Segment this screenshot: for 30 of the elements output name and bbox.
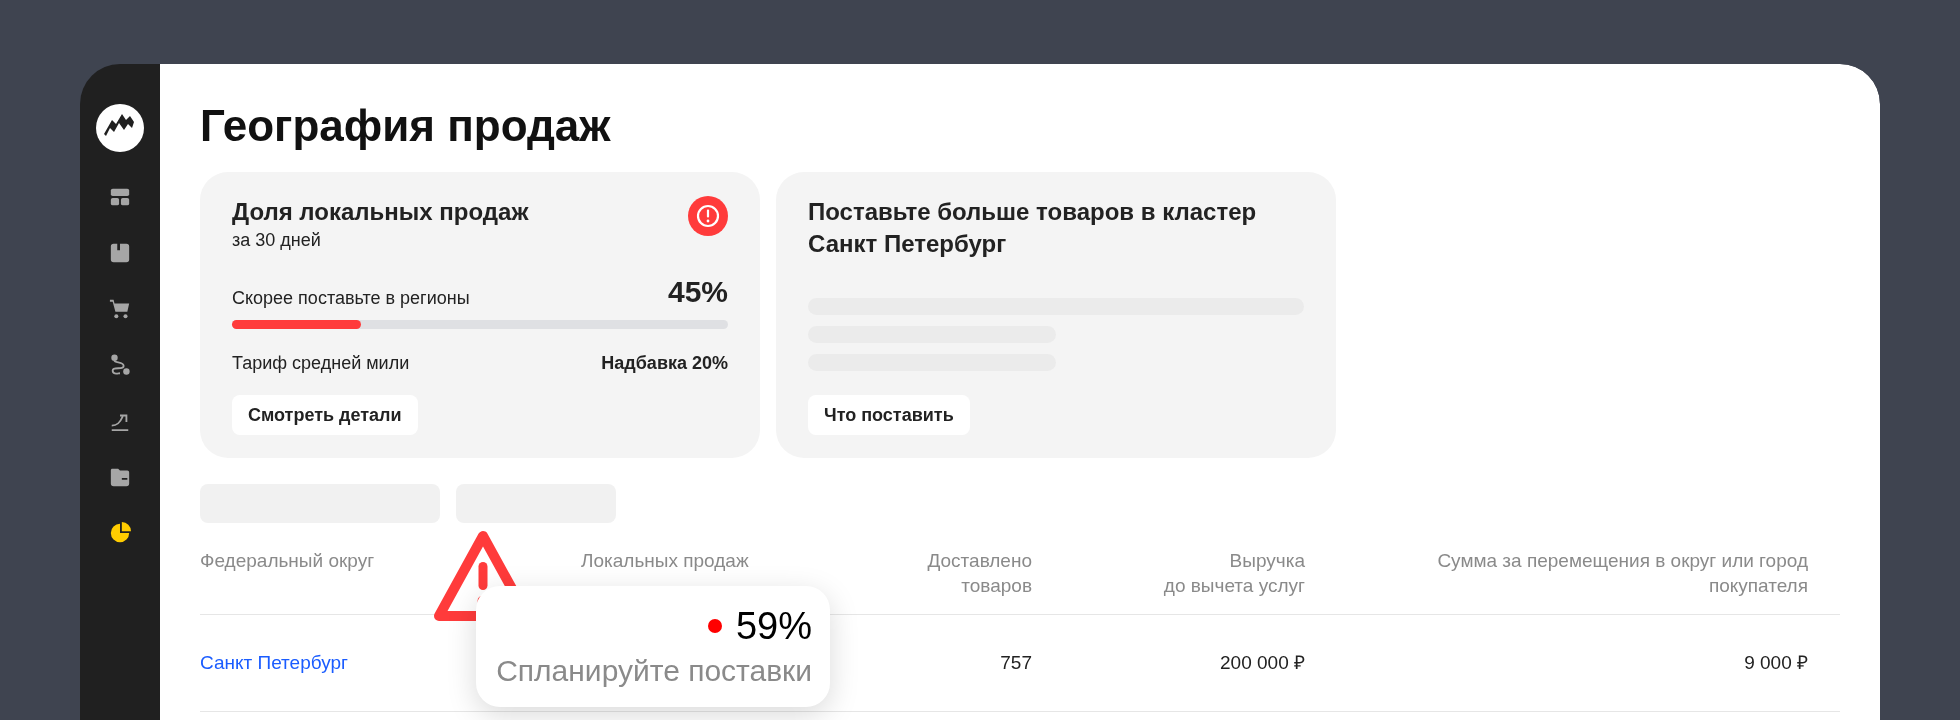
progress-label: Скорее поставьте в регионы (232, 287, 470, 310)
table-cell-text: 200 000 ₽ (1220, 650, 1305, 675)
route-icon[interactable] (109, 354, 131, 376)
tooltip-hint: Спланируйте поставки (496, 652, 812, 689)
table-cell-text: 757 (1000, 650, 1032, 675)
card-title: Доля локальных продаж (232, 197, 529, 227)
logo-icon[interactable] (96, 104, 144, 152)
dashboard-icon[interactable] (109, 186, 131, 208)
pie-chart-icon[interactable] (109, 522, 131, 544)
box-icon[interactable] (109, 242, 131, 264)
share-value: 45% (667, 274, 728, 310)
column-header: Локальных продаж (581, 549, 749, 573)
details-button[interactable]: Смотреть детали (232, 395, 418, 435)
column-header: Сумма за перемещения в округ или город покупателя (1437, 549, 1808, 598)
tariff-value: Надбавка 20% (601, 352, 728, 375)
table-cell-text: 9 000 ₽ (1744, 650, 1808, 675)
what-to-supply-button[interactable]: Что поставить (808, 395, 970, 435)
tariff-label: Тариф средней мили (232, 352, 410, 375)
card-subtitle: за 30 дней (232, 229, 322, 252)
column-header: Доставлено товаров (927, 549, 1032, 598)
column-header: Выручка до вычета услуг (1163, 549, 1305, 598)
tooltip-value: 59% (735, 603, 812, 648)
column-header: Федеральный округ (200, 549, 375, 573)
alert-icon (688, 196, 728, 236)
cart-icon[interactable] (109, 298, 131, 320)
card-title: Поставьте больше товаров в кластер Санкт Петербург (808, 197, 1258, 259)
district-link[interactable]: Санкт Петербург (200, 648, 348, 678)
status-dot-icon (707, 618, 722, 633)
wallet-icon[interactable] (109, 466, 131, 488)
page-title: География продаж (200, 100, 612, 152)
